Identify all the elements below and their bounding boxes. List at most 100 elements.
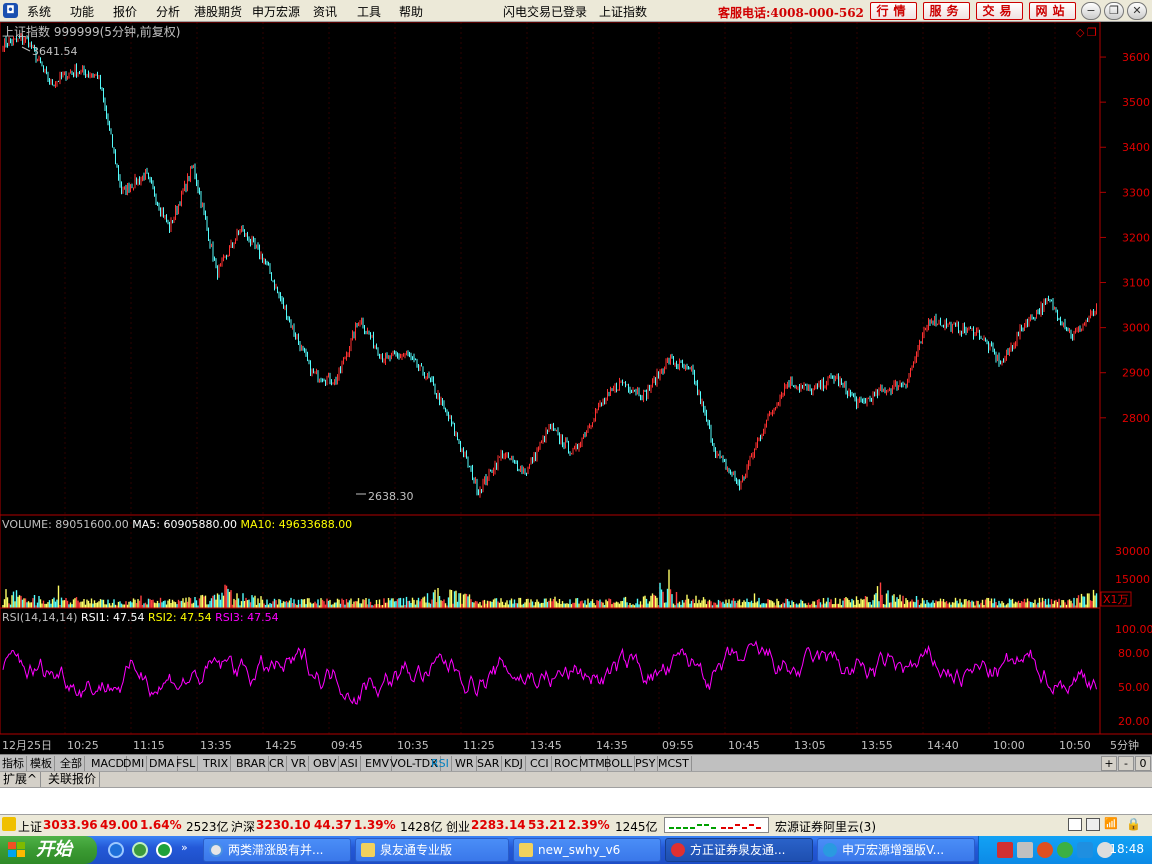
menu-swhy[interactable]: 申万宏源 <box>252 3 300 20</box>
main-chart-title: 上证指数 999999(5分钟,前复权) <box>2 24 180 39</box>
sh-change: 49.00 <box>100 818 138 832</box>
kline-chart[interactable]: 上证指数 999999(5分钟,前复权) ◇ ❐ 3641.54 2638.30… <box>0 22 1152 756</box>
time-label: 10:45 <box>728 739 760 752</box>
tab-trix[interactable]: TRIX <box>201 756 232 771</box>
tab-cr[interactable]: CR <box>267 756 288 771</box>
menu-help[interactable]: 帮助 <box>399 3 423 20</box>
app-logo-icon: ◘ <box>3 3 18 18</box>
price-tick: 3600 <box>1122 51 1150 64</box>
rsi-tick-20: 20.00 <box>1118 715 1150 728</box>
tab-fsl[interactable]: FSL <box>174 756 199 771</box>
360-browser-icon[interactable] <box>156 842 172 858</box>
sh-value[interactable]: 3033.96 <box>43 818 98 832</box>
tray-network-icon[interactable] <box>1017 842 1033 858</box>
low-price-label: 2638.30 <box>368 490 414 503</box>
rsi-title: RSI(14,14,14) RSI1: 47.54 RSI2: 47.54 RS… <box>2 611 279 624</box>
signal-icon: 📶 <box>1104 817 1118 830</box>
hs-value[interactable]: 3230.10 <box>256 818 311 832</box>
cy-amount: 1245亿 <box>615 820 658 834</box>
time-label: 10:00 <box>993 739 1025 752</box>
tab-expand[interactable]: 扩展^ <box>0 772 42 787</box>
time-label: 10:35 <box>397 739 429 752</box>
tab-cci[interactable]: CCI <box>528 756 552 771</box>
diamond-icon[interactable]: ◇ <box>1076 26 1085 39</box>
task-window-1[interactable]: 两类滞涨股有并... <box>203 838 351 862</box>
login-status: 闪电交易已登录 <box>503 5 588 19</box>
tab--[interactable]: 全部 <box>58 756 85 771</box>
menu-function[interactable]: 功能 <box>70 3 94 20</box>
quicklaunch-expand-icon[interactable]: » <box>181 841 188 854</box>
window-toggle-icon[interactable]: ❐ <box>1087 26 1097 39</box>
tab-rsi[interactable]: RSI <box>429 756 452 771</box>
restore-icon[interactable]: ❐ <box>1104 2 1124 20</box>
zoom-in-button[interactable]: + <box>1101 756 1117 771</box>
sh-label: 上证 <box>18 820 43 834</box>
price-tick: 3500 <box>1122 96 1150 109</box>
tray-shield-icon[interactable] <box>1057 842 1073 858</box>
volume-title: VOLUME: 89051600.00 MA5: 60905880.00 MA1… <box>2 518 352 531</box>
tab-related-quotes[interactable]: 关联报价 <box>45 772 101 787</box>
ie-icon[interactable] <box>108 842 124 858</box>
cy-pct: 2.39% <box>568 818 610 832</box>
tab-kdj[interactable]: KDJ <box>502 756 526 771</box>
app-window: ◘ 系统 功能 报价 分析 港股期货 申万宏源 资讯 工具 帮助 闪电交易已登录… <box>0 0 1152 864</box>
server-name[interactable]: 宏源证券阿里云(3) <box>775 818 876 835</box>
tab-sar[interactable]: SAR <box>475 756 503 771</box>
tab-psy[interactable]: PSY <box>633 756 659 771</box>
tab-vr[interactable]: VR <box>289 756 310 771</box>
rsi-tick-50: 50.00 <box>1118 681 1150 694</box>
website-button[interactable]: 网站 <box>1029 2 1076 20</box>
time-label: 13:55 <box>861 739 893 752</box>
quote-button[interactable]: 行情 <box>870 2 917 20</box>
cy-change: 53.21 <box>528 818 566 832</box>
browser-icon[interactable] <box>132 842 148 858</box>
tray-check-icon[interactable] <box>1077 842 1093 858</box>
current-index-name: 上证指数 <box>599 5 648 19</box>
tray-security-icon[interactable] <box>1037 842 1053 858</box>
tab-obv[interactable]: OBV <box>311 756 340 771</box>
rsi-tick-100: 100.00 <box>1115 623 1152 636</box>
task-window-3[interactable]: new_swhy_v6 <box>513 838 661 862</box>
menu-analysis[interactable]: 分析 <box>156 3 180 20</box>
calculator-icon[interactable] <box>1086 818 1100 831</box>
time-label: 13:45 <box>530 739 562 752</box>
zoom-out-button[interactable]: - <box>1118 756 1134 771</box>
menu-hk-futures[interactable]: 港股期货 <box>194 3 242 20</box>
menu-news[interactable]: 资讯 <box>313 3 337 20</box>
time-label: 09:45 <box>331 739 363 752</box>
task-window-4[interactable]: 方正证券泉友通... <box>665 838 813 862</box>
status-bar: 上证 3033.96 49.00 1.64% 2523亿 沪深 3230.10 … <box>0 814 1152 836</box>
close-icon[interactable]: ✕ <box>1127 2 1147 20</box>
high-price-label: 3641.54 <box>32 45 78 58</box>
hs-amount: 1428亿 <box>400 820 443 834</box>
task-window-2[interactable]: 泉友通专业版 <box>355 838 509 862</box>
cy-value[interactable]: 2283.14 <box>471 818 526 832</box>
lock-icon[interactable]: 🔒 <box>1126 817 1141 831</box>
menu-bar: ◘ 系统 功能 报价 分析 港股期货 申万宏源 资讯 工具 帮助 闪电交易已登录… <box>0 0 1152 22</box>
period-label[interactable]: 5分钟 <box>1110 738 1139 752</box>
menu-quote[interactable]: 报价 <box>113 3 137 20</box>
clock: 18:48 <box>1109 842 1144 856</box>
keyboard-icon[interactable] <box>1068 818 1082 831</box>
minimize-icon[interactable]: − <box>1081 2 1101 20</box>
tab-boll[interactable]: BOLL <box>602 756 636 771</box>
start-button[interactable]: 开始 <box>0 836 97 864</box>
tray-app-icon[interactable] <box>997 842 1013 858</box>
tab-asi[interactable]: ASI <box>338 756 361 771</box>
menu-tools[interactable]: 工具 <box>357 3 381 20</box>
reset-button[interactable]: 0 <box>1135 756 1151 771</box>
tab-brar[interactable]: BRAR <box>234 756 269 771</box>
cy-label: 创业 <box>446 820 471 834</box>
tab-wr[interactable]: WR <box>453 756 477 771</box>
menu-system[interactable]: 系统 <box>27 3 51 20</box>
task-window-5[interactable]: 申万宏源增强版V... <box>817 838 975 862</box>
tab-dmi[interactable]: DMI <box>121 756 148 771</box>
tab--[interactable]: 模板 <box>28 756 55 771</box>
service-button[interactable]: 服务 <box>923 2 970 20</box>
trade-button[interactable]: 交易 <box>976 2 1023 20</box>
tab-dma[interactable]: DMA <box>147 756 178 771</box>
tab--[interactable]: 指标 <box>0 756 27 771</box>
price-tick: 3400 <box>1122 141 1150 154</box>
rsi-tick-80: 80.00 <box>1118 647 1150 660</box>
tab-mcst[interactable]: MCST <box>656 756 692 771</box>
